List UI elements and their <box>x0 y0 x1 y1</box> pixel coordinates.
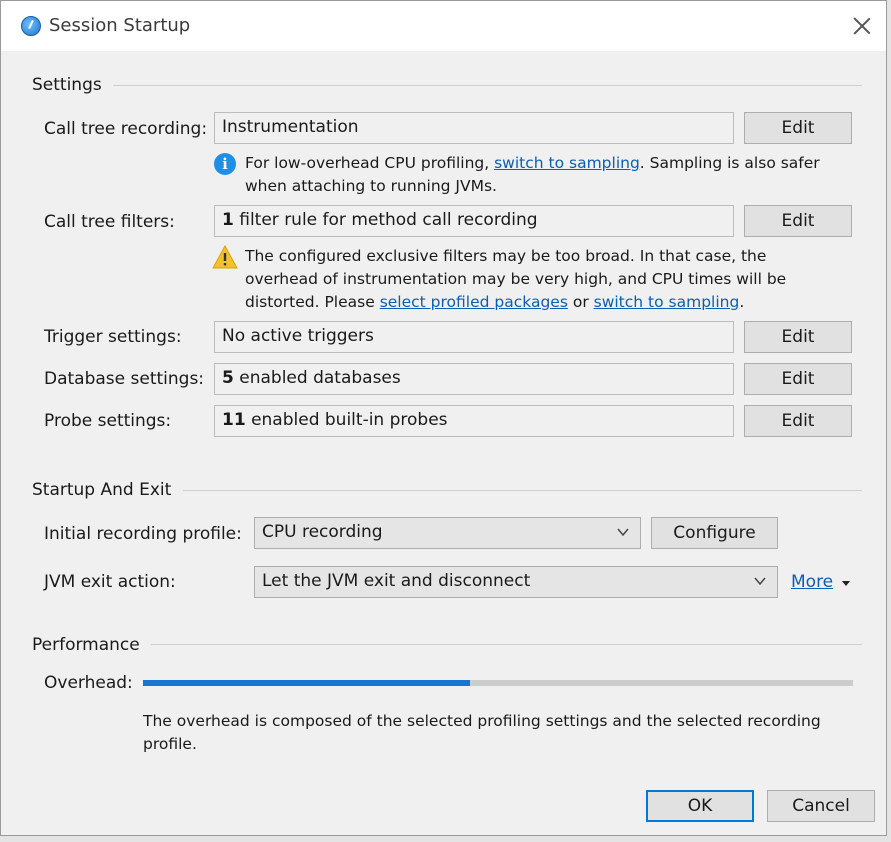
call-tree-recording-field: Instrumentation <box>214 112 734 144</box>
cancel-button[interactable]: Cancel <box>767 790 875 822</box>
trigger-settings-field: No active triggers <box>214 321 734 353</box>
jvm-exit-action-label: JVM exit action: <box>44 572 176 592</box>
database-value-text: enabled databases <box>233 368 401 388</box>
probe-settings-field: 11 enabled built-in probes <box>214 405 734 437</box>
more-link[interactable]: More <box>791 572 833 592</box>
trigger-settings-edit-button[interactable]: Edit <box>744 321 852 353</box>
call-tree-filters-edit-button[interactable]: Edit <box>744 205 852 237</box>
configure-button[interactable]: Configure <box>651 517 778 549</box>
performance-heading: Performance <box>32 635 140 655</box>
chevron-down-icon <box>617 528 629 537</box>
overhead-progress-bar <box>143 680 853 686</box>
startup-exit-divider <box>183 490 862 491</box>
filter-count: 1 <box>222 210 234 230</box>
jvm-exit-action-select[interactable]: Let the JVM exit and disconnect <box>254 566 778 598</box>
database-settings-field: 5 enabled databases <box>214 363 734 395</box>
initial-recording-profile-value: CPU recording <box>262 522 383 542</box>
overhead-description: The overhead is composed of the selected… <box>143 712 821 753</box>
call-tree-recording-label: Call tree recording: <box>44 119 208 139</box>
database-count: 5 <box>222 368 234 388</box>
warning-text-after: . <box>739 293 745 311</box>
settings-heading: Settings <box>32 75 102 95</box>
call-tree-filters-field: 1 filter rule for method call recording <box>214 205 734 237</box>
profiler-app-icon <box>21 16 41 36</box>
call-tree-recording-edit-button[interactable]: Edit <box>744 112 852 144</box>
info-icon: i <box>214 153 236 175</box>
probe-count: 11 <box>222 410 246 430</box>
trigger-settings-value: No active triggers <box>222 326 374 346</box>
title-bar: Session Startup <box>1 1 886 51</box>
database-settings-label: Database settings: <box>44 369 205 389</box>
trigger-settings-label: Trigger settings: <box>44 327 182 347</box>
close-icon[interactable] <box>852 15 872 35</box>
jvm-exit-action-value: Let the JVM exit and disconnect <box>262 571 531 591</box>
database-settings-edit-button[interactable]: Edit <box>744 363 852 395</box>
overhead-label: Overhead: <box>44 673 133 693</box>
call-tree-recording-info: For low-overhead CPU profiling, switch t… <box>245 152 835 198</box>
session-startup-dialog: Session Startup Settings Call tree recor… <box>0 0 887 836</box>
overhead-progress-fill <box>143 680 470 686</box>
call-tree-filters-label: Call tree filters: <box>44 212 175 232</box>
probe-settings-edit-button[interactable]: Edit <box>744 405 852 437</box>
triangle-down-icon <box>841 581 850 586</box>
warning-text-mid: or <box>567 293 594 311</box>
warning-icon <box>212 245 238 269</box>
initial-recording-profile-select[interactable]: CPU recording <box>254 517 641 549</box>
window-title: Session Startup <box>49 15 191 36</box>
probe-settings-label: Probe settings: <box>44 411 172 431</box>
chevron-down-icon <box>754 577 766 586</box>
performance-divider <box>151 644 862 645</box>
call-tree-filters-warning: The configured exclusive filters may be … <box>245 245 835 314</box>
switch-to-sampling-link[interactable]: switch to sampling <box>494 154 640 172</box>
filter-value-text: filter rule for method call recording <box>233 210 538 230</box>
ok-button[interactable]: OK <box>646 790 754 822</box>
switch-to-sampling-link-2[interactable]: switch to sampling <box>594 293 740 311</box>
probe-value-text: enabled built-in probes <box>245 410 448 430</box>
info-text-before: For low-overhead CPU profiling, <box>245 154 495 172</box>
initial-recording-profile-label: Initial recording profile: <box>44 524 242 544</box>
settings-divider <box>113 85 862 86</box>
more-menu[interactable]: More <box>791 572 851 592</box>
call-tree-recording-value: Instrumentation <box>222 117 359 137</box>
select-profiled-packages-link[interactable]: select profiled packages <box>380 293 568 311</box>
startup-exit-heading: Startup And Exit <box>32 480 172 500</box>
